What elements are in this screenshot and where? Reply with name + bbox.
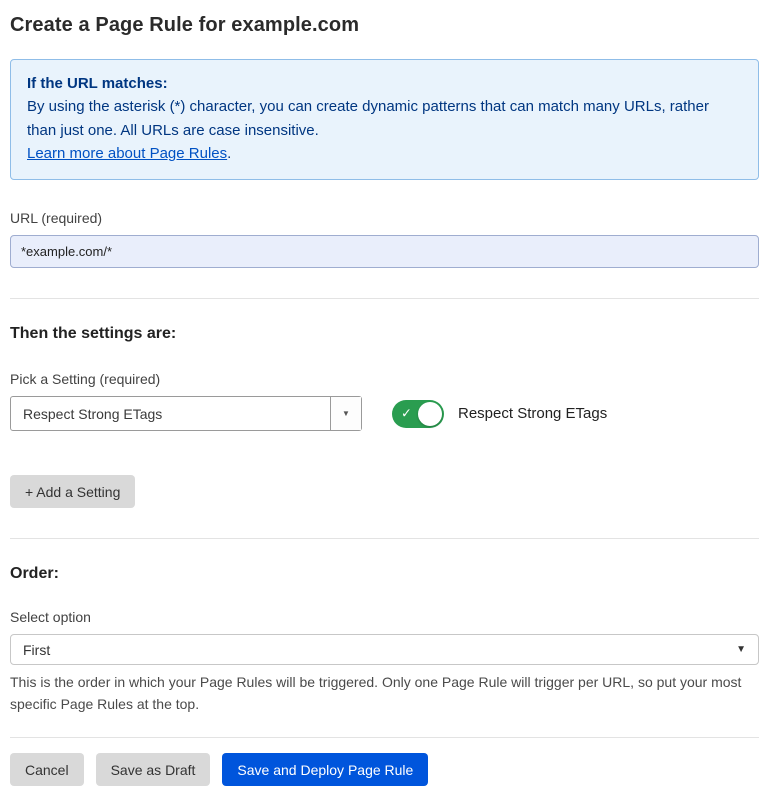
order-select[interactable]: First ▼ <box>10 634 759 665</box>
chevron-down-icon: ▼ <box>736 644 746 655</box>
order-select-label: Select option <box>10 609 759 625</box>
save-deploy-button[interactable]: Save and Deploy Page Rule <box>222 753 428 786</box>
toggle-label: Respect Strong ETags <box>458 405 607 422</box>
setting-row: Respect Strong ETags ▼ ✓ Respect Strong … <box>10 396 759 431</box>
check-icon: ✓ <box>401 405 412 421</box>
cancel-button[interactable]: Cancel <box>10 753 84 786</box>
setting-select-value: Respect Strong ETags <box>11 397 330 430</box>
respect-strong-etags-toggle[interactable]: ✓ <box>392 400 444 428</box>
setting-select-arrow-button[interactable]: ▼ <box>330 397 361 430</box>
setting-toggle-group: ✓ Respect Strong ETags <box>392 400 607 428</box>
add-setting-button[interactable]: + Add a Setting <box>10 475 135 508</box>
page-rule-form: Create a Page Rule for example.com If th… <box>10 14 759 786</box>
info-box-heading: If the URL matches: <box>27 72 742 95</box>
chevron-down-icon: ▼ <box>342 409 350 418</box>
info-box-body: By using the asterisk (*) character, you… <box>27 95 742 142</box>
save-draft-button[interactable]: Save as Draft <box>96 753 211 786</box>
form-actions: Cancel Save as Draft Save and Deploy Pag… <box>10 753 759 786</box>
info-box-link-line: Learn more about Page Rules. <box>27 142 742 165</box>
order-select-value: First <box>23 642 736 658</box>
settings-heading: Then the settings are: <box>10 325 759 343</box>
link-period: . <box>227 145 231 162</box>
page-title: Create a Page Rule for example.com <box>10 14 759 37</box>
learn-more-link[interactable]: Learn more about Page Rules <box>27 145 227 162</box>
pick-setting-label: Pick a Setting (required) <box>10 371 759 387</box>
divider-order-actions <box>10 737 759 738</box>
order-heading: Order: <box>10 565 759 583</box>
toggle-knob <box>418 402 442 426</box>
url-input[interactable] <box>10 235 759 268</box>
divider-settings-order <box>10 538 759 539</box>
url-match-info-box: If the URL matches: By using the asteris… <box>10 59 759 180</box>
order-help-text: This is the order in which your Page Rul… <box>10 672 755 715</box>
setting-select[interactable]: Respect Strong ETags ▼ <box>10 396 362 431</box>
url-field-label: URL (required) <box>10 210 759 226</box>
divider-url-settings <box>10 298 759 299</box>
